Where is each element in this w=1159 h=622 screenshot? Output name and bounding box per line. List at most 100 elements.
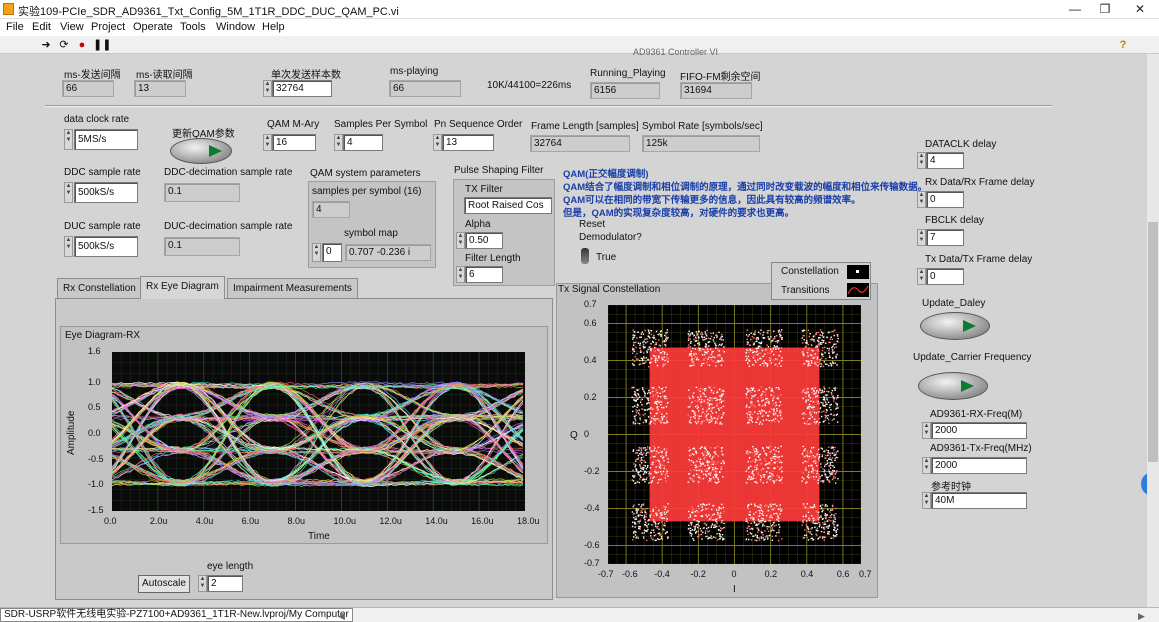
ref-clock-select[interactable]: 40M	[931, 492, 1027, 509]
demodulator-label: Demodulator?	[579, 232, 642, 243]
menu-project[interactable]: Project	[91, 21, 125, 33]
tx-filter-select[interactable]: Root Raised Cos	[464, 197, 552, 214]
run-arrow-icon[interactable]: ➜	[40, 39, 52, 51]
reset-toggle-switch[interactable]	[581, 248, 589, 264]
autoscale-button[interactable]: Autoscale	[138, 575, 190, 593]
symbol-map-index[interactable]: 0	[322, 243, 342, 262]
menu-operate[interactable]: Operate	[133, 21, 173, 33]
rx-frame-delay-spin[interactable]: ▲ ▼	[917, 191, 926, 208]
symbol-map-index-spin[interactable]: ▲ ▼	[312, 243, 321, 262]
constellation-xtick: -0.2	[690, 569, 706, 579]
constellation-ytick: 0.4	[584, 354, 597, 365]
dataclk-delay-input[interactable]: 4	[926, 152, 964, 169]
eye-ylabel: Amplitude	[66, 410, 77, 455]
filter-length-input[interactable]: 6	[465, 266, 503, 283]
menu-help[interactable]: Help	[262, 21, 285, 33]
eye-ytick: 0.5	[88, 402, 101, 413]
menu-file[interactable]: File	[6, 21, 24, 33]
running-playing-label: Running_Playing	[590, 68, 666, 79]
pulse-shaping-label: Pulse Shaping Filter	[454, 165, 544, 176]
constellation-ytick: -0.7	[584, 558, 600, 568]
constellation-title: Tx Signal Constellation	[558, 284, 661, 295]
menu-window[interactable]: Window	[216, 21, 255, 33]
fbclk-delay-spin[interactable]: ▲ ▼	[917, 229, 926, 246]
data-clock-select[interactable]: 5MS/s	[74, 129, 138, 150]
eye-xtick: 8.0u	[287, 516, 306, 526]
tx-frame-delay-spin[interactable]: ▲ ▼	[917, 268, 926, 285]
eye-xtick: 6.0u	[241, 516, 260, 526]
duc-rate-select[interactable]: 500kS/s	[74, 236, 138, 257]
rx-frame-delay-label: Rx Data/Rx Frame delay	[925, 177, 1035, 188]
menu-tools[interactable]: Tools	[180, 21, 206, 33]
data-clock-spin[interactable]: ▲ ▼	[64, 129, 73, 150]
pn-order-label: Pn Sequence Order	[434, 119, 523, 130]
tx-freq-input[interactable]: 2000	[931, 457, 1027, 474]
pn-order-input[interactable]: 13	[442, 134, 494, 151]
filter-length-spin[interactable]: ▲ ▼	[456, 266, 465, 283]
restore-icon[interactable]: ❐	[1090, 0, 1120, 19]
scroll-left-icon[interactable]: ◀	[338, 611, 345, 622]
ddc-dec-label: DDC-decimation sample rate	[164, 167, 293, 178]
symbol-rate-indicator: 125k	[642, 135, 760, 152]
qam-mary-spin[interactable]: ▲ ▼	[263, 134, 272, 151]
fbclk-delay-input[interactable]: 7	[926, 229, 964, 246]
sps16-indicator: 4	[312, 201, 350, 218]
ddc-rate-select[interactable]: 500kS/s	[74, 182, 138, 203]
duc-rate-spin[interactable]: ▲ ▼	[64, 236, 73, 257]
dataclk-delay-spin[interactable]: ▲ ▼	[917, 152, 926, 169]
menu-view[interactable]: View	[60, 21, 84, 33]
single-samples-input[interactable]: 32764	[272, 80, 332, 97]
close-icon[interactable]: ✕	[1125, 0, 1155, 19]
rx-freq-spin[interactable]: ▲ ▼	[922, 422, 931, 439]
update-delay-button[interactable]	[920, 312, 990, 340]
minimize-icon[interactable]: —	[1060, 0, 1090, 19]
run-continuously-icon[interactable]: ⟳	[58, 39, 70, 51]
vertical-scrollbar-thumb[interactable]	[1148, 222, 1158, 462]
ref-clock-spin[interactable]: ▲ ▼	[922, 492, 931, 509]
constellation-ytick: -0.4	[584, 502, 600, 513]
eye-length-input[interactable]: 2	[207, 575, 243, 592]
constellation-plot	[608, 305, 861, 564]
update-carrier-button[interactable]	[918, 372, 988, 400]
menu-edit[interactable]: Edit	[32, 21, 51, 33]
tx-frame-delay-input[interactable]: 0	[926, 268, 964, 285]
qam-mary-label: QAM M-Ary	[267, 119, 320, 130]
duc-rate-label: DUC sample rate	[64, 221, 141, 232]
tab-rx-constellation[interactable]: Rx Constellation	[57, 278, 142, 298]
eye-xtick: 14.0u	[425, 516, 448, 526]
help-icon[interactable]: ?	[1117, 39, 1129, 51]
constellation-xtick: 0.6	[836, 569, 850, 579]
constellation-xtick: -0.7	[598, 569, 614, 579]
constellation-ytick: 0	[584, 428, 590, 439]
tab-rx-eye-diagram[interactable]: Rx Eye Diagram	[140, 276, 225, 299]
alpha-spin[interactable]: ▲ ▼	[456, 232, 465, 249]
tx-freq-spin[interactable]: ▲ ▼	[922, 457, 931, 474]
eye-ytick: -0.5	[88, 453, 104, 464]
sps-input[interactable]: 4	[343, 134, 383, 151]
tx-freq-label: AD9361-Tx-Freq(MHz)	[930, 443, 1032, 454]
single-samples-spin[interactable]: ▲ ▼	[263, 80, 272, 97]
update-carrier-label: Update_Carrier Frequency	[913, 352, 1032, 363]
qam-mary-input[interactable]: 16	[272, 134, 316, 151]
rx-freq-input[interactable]: 2000	[931, 422, 1027, 439]
single-samples-label: 单次发送样本数	[271, 70, 341, 81]
constellation-ylabel: Q	[570, 430, 578, 441]
rate-text: 10K/44100=226ms	[487, 80, 572, 91]
abort-icon[interactable]: ●	[76, 39, 88, 51]
reset-state-text: True	[596, 252, 617, 263]
pn-order-spin[interactable]: ▲ ▼	[433, 134, 442, 151]
qam-sys-params-label: QAM system parameters	[310, 168, 421, 179]
ms-read-label: ms-读取间隔	[136, 70, 193, 81]
eye-length-spin[interactable]: ▲ ▼	[198, 575, 207, 592]
constellation-xtick: -0.4	[654, 569, 670, 579]
ms-read-indicator: 13	[134, 80, 186, 97]
pause-icon[interactable]: ❚❚	[93, 39, 111, 51]
tab-impairment-measurements[interactable]: Impairment Measurements	[227, 278, 358, 298]
sps-spin[interactable]: ▲ ▼	[334, 134, 343, 151]
scroll-right-icon[interactable]: ▶	[1138, 611, 1145, 622]
window-title: 实验109-PCIe_SDR_AD9361_Txt_Config_5M_1T1R…	[18, 6, 399, 18]
alpha-input[interactable]: 0.50	[465, 232, 503, 249]
update-qam-button[interactable]	[170, 138, 232, 164]
rx-frame-delay-input[interactable]: 0	[926, 191, 964, 208]
ddc-rate-spin[interactable]: ▲ ▼	[64, 182, 73, 203]
